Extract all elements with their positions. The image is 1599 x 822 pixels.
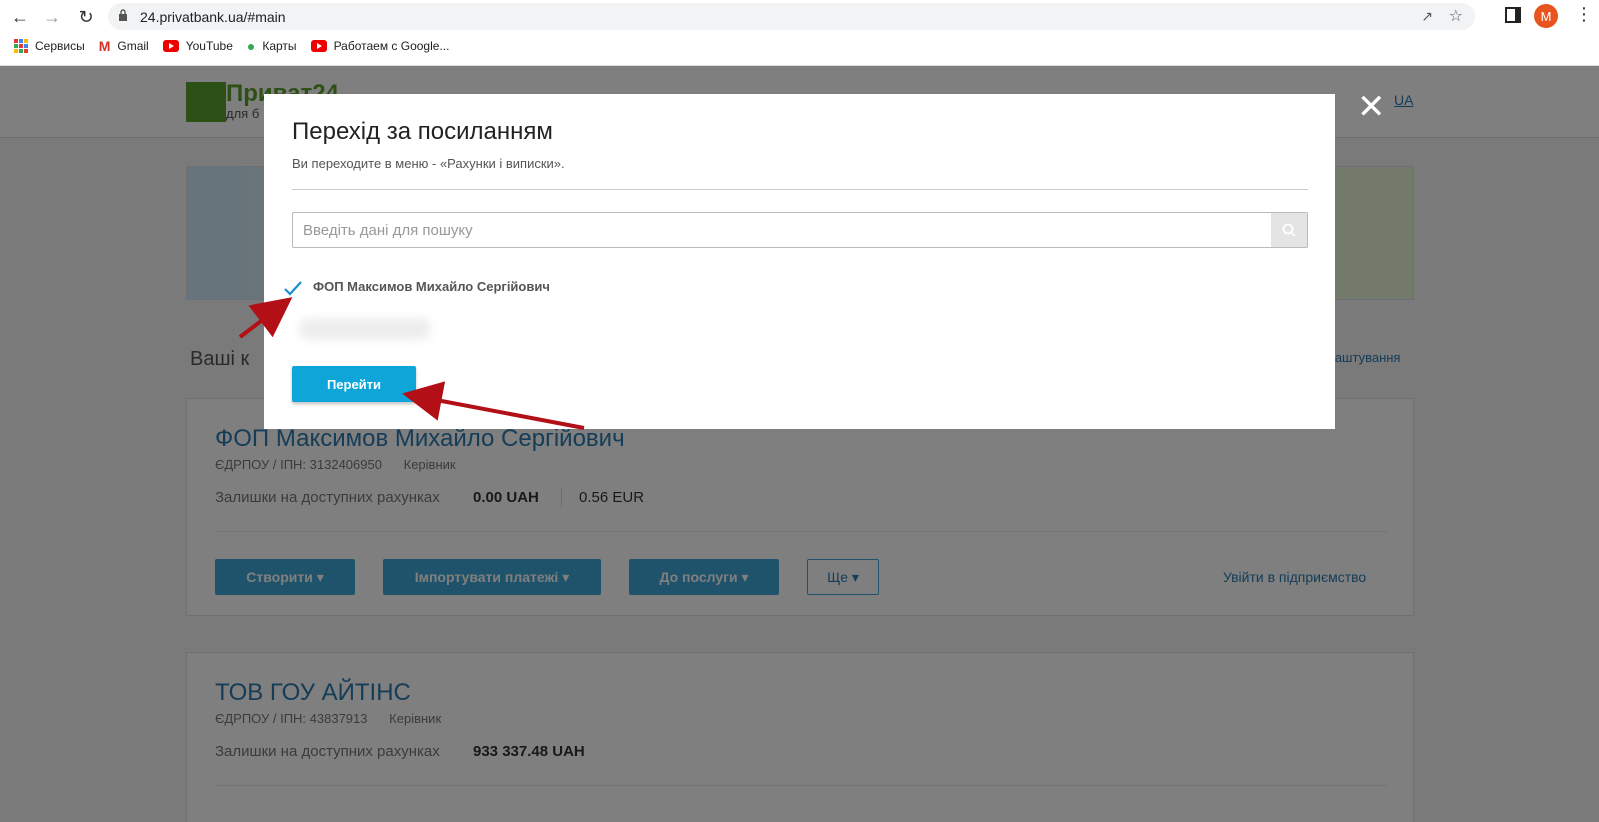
company-option-blurred[interactable] [300,319,430,339]
side-panel-icon[interactable] [1505,7,1521,23]
bookmark-google-work[interactable]: Работаем с Google... [310,39,450,53]
go-button[interactable]: Перейти [292,366,416,402]
youtube-icon [310,40,327,52]
apps-grid-icon [14,39,28,53]
redirect-modal: Перехід за посиланням Ви переходите в ме… [264,94,1335,429]
profile-avatar[interactable]: M [1534,4,1558,28]
search-box [292,212,1308,248]
address-bar[interactable]: 24.privatbank.ua/#main ↗ ☆ [108,3,1475,30]
search-icon[interactable] [1271,213,1307,247]
bookmarks-bar: Сервисы M Gmail YouTube ● Карты Работаем… [14,38,449,54]
youtube-icon [162,40,179,52]
bookmark-label: Карты [262,39,297,53]
browser-chrome: ← → ↻ 24.privatbank.ua/#main ↗ ☆ M ⋮ Сер… [0,0,1599,66]
bookmark-label: Gmail [117,39,149,53]
maps-pin-icon: ● [246,38,256,54]
bookmark-youtube[interactable]: YouTube [162,39,233,53]
divider [292,189,1308,190]
bookmark-maps[interactable]: ● Карты [247,38,297,54]
bookmark-services[interactable]: Сервисы [14,39,85,53]
bookmark-label: Работаем с Google... [333,39,450,53]
bookmark-gmail[interactable]: M Gmail [99,38,149,54]
bookmark-label: YouTube [185,39,233,53]
search-input[interactable] [293,213,1273,247]
lock-icon [119,9,127,21]
url-text: 24.privatbank.ua/#main [140,9,286,25]
bookmark-star-icon[interactable]: ☆ [1449,6,1463,26]
bookmark-label: Сервисы [35,39,85,53]
reload-icon[interactable]: ↻ [74,5,98,29]
browser-menu-icon[interactable]: ⋮ [1575,4,1593,24]
forward-arrow-icon[interactable]: → [40,5,64,29]
modal-title: Перехід за посиланням [292,118,553,145]
share-icon[interactable]: ↗ [1421,8,1433,25]
modal-subtitle: Ви переходите в меню - «Рахунки і виписк… [292,156,565,171]
company-option-selected[interactable]: ФОП Максимов Михайло Сергійович [313,279,550,294]
close-icon[interactable]: ✕ [1357,90,1386,124]
back-arrow-icon[interactable]: ← [8,5,32,29]
checkmark-icon[interactable] [282,278,304,298]
gmail-icon: M [98,38,111,54]
